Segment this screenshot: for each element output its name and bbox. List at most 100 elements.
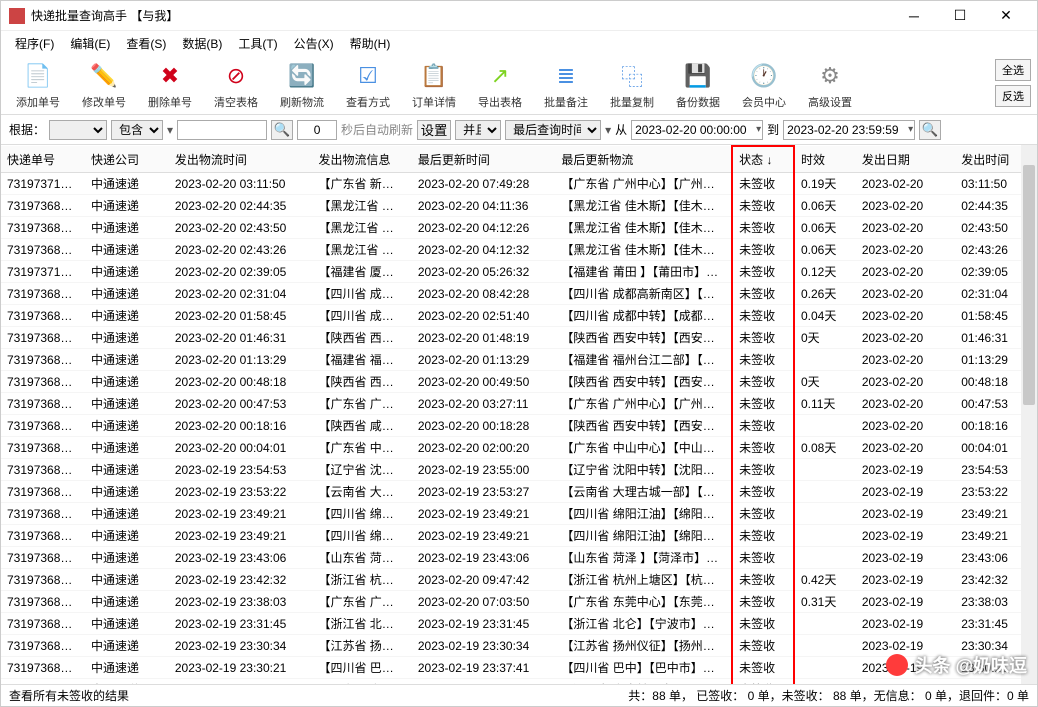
cell: 【浙江省 北仑】【宁波市】…	[555, 613, 732, 635]
table-row[interactable]: 73197368…中通速递2023-02-20 00:04:01【广东省 中…2…	[1, 437, 1037, 459]
tool-订单详情[interactable]: 📋订单详情	[405, 58, 463, 112]
menu-item-0[interactable]: 程序(F)	[9, 33, 60, 54]
filter-logic-select[interactable]: 并且	[455, 120, 501, 140]
menu-item-3[interactable]: 数据(B)	[176, 33, 228, 54]
tool-清空表格[interactable]: ⊘清空表格	[207, 58, 265, 112]
cell: 2023-02-20 00:18:28	[412, 415, 556, 437]
col-header[interactable]: 快递单号	[1, 146, 85, 173]
col-header[interactable]: 发出物流信息	[312, 146, 411, 173]
menu-item-5[interactable]: 公告(X)	[288, 33, 340, 54]
table-row[interactable]: 73197368…中通速递2023-02-20 02:43:50【黑龙江省 …2…	[1, 217, 1037, 239]
tool-刷新物流[interactable]: 🔄刷新物流	[273, 58, 331, 112]
table-row[interactable]: 73197368…中通速递2023-02-20 02:31:04【四川省 成…2…	[1, 283, 1037, 305]
table-row[interactable]: 73197371…中通速递2023-02-20 03:11:50【广东省 新…2…	[1, 173, 1037, 195]
table-row[interactable]: 73197368…中通速递2023-02-19 23:38:03【广东省 广…2…	[1, 591, 1037, 613]
cell	[794, 481, 856, 503]
menu-item-4[interactable]: 工具(T)	[232, 33, 283, 54]
table-row[interactable]: 73197368…中通速递2023-02-19 23:30:34【江苏省 扬…2…	[1, 635, 1037, 657]
minimize-button[interactable]: ─	[891, 1, 937, 31]
cell: 未签收	[732, 657, 794, 679]
search-button[interactable]: 🔍	[271, 120, 293, 140]
data-grid[interactable]: 快递单号快递公司发出物流时间发出物流信息最后更新时间最后更新物流状态 ↓时效发出…	[1, 145, 1037, 684]
cell: 2023-02-19 23:49:21	[412, 525, 556, 547]
menu-item-6[interactable]: 帮助(H)	[344, 33, 397, 54]
tool-修改单号[interactable]: ✏️修改单号	[75, 58, 133, 112]
table-row[interactable]: 73197368…中通速递2023-02-20 01:13:29【福建省 福…2…	[1, 349, 1037, 371]
table-row[interactable]: 73197368…中通速递2023-02-19 23:43:06【山东省 菏…2…	[1, 547, 1037, 569]
date-to-input[interactable]	[783, 120, 915, 140]
col-header[interactable]: 状态 ↓	[732, 146, 794, 173]
filter-value-input[interactable]	[177, 120, 267, 140]
tool-导出表格[interactable]: ↗导出表格	[471, 58, 529, 112]
select-all-button[interactable]: 全选	[995, 59, 1031, 81]
cell: 【江苏省 扬州仪征】【扬州…	[555, 635, 732, 657]
filter-field-select[interactable]	[49, 120, 107, 140]
cell: 2023-02-19 23:43:06	[169, 547, 313, 569]
col-header[interactable]: 发出物流时间	[169, 146, 313, 173]
cell: 【辽宁省 沈…	[312, 459, 411, 481]
menu-item-1[interactable]: 编辑(E)	[64, 33, 116, 54]
cell	[794, 503, 856, 525]
table-row[interactable]: 73197368…中通速递2023-02-19 23:49:21【四川省 绵…2…	[1, 503, 1037, 525]
tool-label: 清空表格	[214, 94, 258, 110]
cell: 未签收	[732, 437, 794, 459]
table-row[interactable]: 73197368…中通速递2023-02-19 23:30:21【四川省 巴…2…	[1, 657, 1037, 679]
tool-高级设置[interactable]: ⚙高级设置	[801, 58, 859, 112]
cell: 2023-02-20 02:31:04	[169, 283, 313, 305]
col-header[interactable]: 发出日期	[856, 146, 955, 173]
cell: 2023-02-19 23:31:45	[412, 613, 556, 635]
table-row[interactable]: 73197368…中通速递2023-02-20 00:48:18【陕西省 西…2…	[1, 371, 1037, 393]
vertical-scrollbar[interactable]	[1021, 145, 1037, 684]
cell: 0天	[794, 327, 856, 349]
table-row[interactable]: 73197368…中通速递2023-02-19 23:53:22【云南省 大…2…	[1, 481, 1037, 503]
table-row[interactable]: 73197368…中通速递2023-02-19 23:54:53【辽宁省 沈…2…	[1, 459, 1037, 481]
col-header[interactable]: 最后更新时间	[412, 146, 556, 173]
tool-icon: ✏️	[88, 60, 120, 92]
table-row[interactable]: 73197368…中通速递2023-02-20 00:18:16【陕西省 咸…2…	[1, 415, 1037, 437]
tool-查看方式[interactable]: ☑查看方式	[339, 58, 397, 112]
settings-button[interactable]: 设置	[417, 120, 451, 140]
table-row[interactable]: 73197368…中通速递2023-02-19 23:49:21【四川省 绵…2…	[1, 525, 1037, 547]
tool-删除单号[interactable]: ✖删除单号	[141, 58, 199, 112]
col-header[interactable]: 快递公司	[85, 146, 169, 173]
tool-会员中心[interactable]: 🕐会员中心	[735, 58, 793, 112]
table-row[interactable]: 73197368…中通速递2023-02-20 02:44:35【黑龙江省 …2…	[1, 195, 1037, 217]
invert-select-button[interactable]: 反选	[995, 85, 1031, 107]
cell: 73197368…	[1, 195, 85, 217]
tool-批量备注[interactable]: ≣批量备注	[537, 58, 595, 112]
table-row[interactable]: 73197368…中通速递2023-02-19 23:26:05【北京 北京…2…	[1, 679, 1037, 685]
maximize-button[interactable]: ☐	[937, 1, 983, 31]
table-row[interactable]: 73197368…中通速递2023-02-20 01:46:31【陕西省 西…2…	[1, 327, 1037, 349]
table-row[interactable]: 73197368…中通速递2023-02-19 23:31:45【浙江省 北…2…	[1, 613, 1037, 635]
cell: 中通速递	[85, 525, 169, 547]
cell: 【福建省 福州台江二部】【…	[555, 349, 732, 371]
table-row[interactable]: 73197368…中通速递2023-02-20 01:58:45【四川省 成…2…	[1, 305, 1037, 327]
tool-备份数据[interactable]: 💾备份数据	[669, 58, 727, 112]
scrollbar-thumb[interactable]	[1023, 165, 1035, 405]
count-input[interactable]	[297, 120, 337, 140]
table-row[interactable]: 73197368…中通速递2023-02-20 00:47:53【广东省 广…2…	[1, 393, 1037, 415]
cell: 2023-02-20 08:42:28	[412, 283, 556, 305]
tool-label: 查看方式	[346, 94, 390, 110]
menu-item-2[interactable]: 查看(S)	[120, 33, 172, 54]
cell: 【四川省 成都中转】【成都…	[555, 305, 732, 327]
table-row[interactable]: 73197368…中通速递2023-02-19 23:42:32【浙江省 杭…2…	[1, 569, 1037, 591]
table-row[interactable]: 73197368…中通速递2023-02-20 02:43:26【黑龙江省 …2…	[1, 239, 1037, 261]
filter-op-select[interactable]: 包含	[111, 120, 163, 140]
last-query-select[interactable]: 最后查询时间	[505, 120, 601, 140]
tool-批量复制[interactable]: ⿻批量复制	[603, 58, 661, 112]
cell: 未签收	[732, 173, 794, 195]
toolbar: 📄添加单号✏️修改单号✖删除单号⊘清空表格🔄刷新物流☑查看方式📋订单详情↗导出表…	[1, 55, 1037, 115]
col-header[interactable]: 最后更新物流	[555, 146, 732, 173]
col-header[interactable]: 时效	[794, 146, 856, 173]
search-date-button[interactable]: 🔍	[919, 120, 941, 140]
cell: 73197368…	[1, 569, 85, 591]
cell: 2023-02-20 00:49:50	[412, 371, 556, 393]
cell: 2023-02-20 01:46:31	[169, 327, 313, 349]
tool-添加单号[interactable]: 📄添加单号	[9, 58, 67, 112]
date-from-input[interactable]	[631, 120, 763, 140]
close-button[interactable]: ✕	[983, 1, 1029, 31]
tool-icon: 🕐	[748, 60, 780, 92]
table-row[interactable]: 73197371…中通速递2023-02-20 02:39:05【福建省 厦…2…	[1, 261, 1037, 283]
cell: 2023-02-20	[856, 349, 955, 371]
